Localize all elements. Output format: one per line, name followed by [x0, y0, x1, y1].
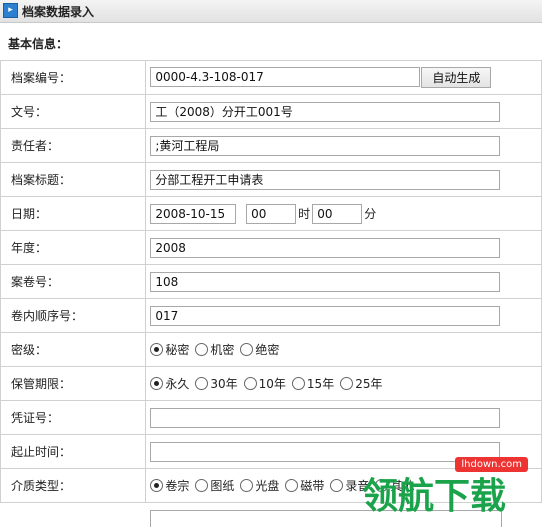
- media-option[interactable]: 卷宗: [150, 477, 189, 494]
- auto-generate-button[interactable]: 自动生成: [421, 67, 492, 88]
- radio-checked-icon[interactable]: [150, 377, 164, 390]
- row-title: 档案标题：: [0, 162, 542, 197]
- radio-icon[interactable]: [340, 377, 354, 390]
- secrecy-option[interactable]: 机密: [195, 341, 234, 358]
- row-responsible: 责任者：: [0, 128, 542, 163]
- secrecy-radio-group: 秘密 机密 绝密: [150, 341, 541, 358]
- date-label: 日期：: [0, 196, 147, 231]
- retention-label: 保管期限：: [0, 366, 147, 401]
- radio-checked-icon[interactable]: [150, 343, 164, 356]
- volume-no-input[interactable]: [150, 271, 501, 292]
- radio-icon[interactable]: [243, 377, 257, 390]
- radio-checked-icon[interactable]: [150, 479, 164, 492]
- row-date: 日期： 时 分: [0, 196, 542, 231]
- year-input[interactable]: [150, 237, 501, 258]
- voucher-input[interactable]: [150, 407, 501, 428]
- hour-unit: 时: [298, 206, 311, 221]
- retention-option[interactable]: 15年: [291, 375, 334, 392]
- secrecy-option[interactable]: 绝密: [240, 341, 279, 358]
- doc-no-label: 文号：: [0, 94, 147, 129]
- period-label: 起止时间：: [0, 434, 147, 469]
- row-volume-no: 案卷号：: [0, 264, 542, 299]
- minute-input[interactable]: [312, 203, 363, 224]
- secrecy-option[interactable]: 秘密: [150, 341, 189, 358]
- date-input[interactable]: [150, 203, 237, 224]
- media-option[interactable]: 磁带: [285, 477, 324, 494]
- row-year: 年度：: [0, 230, 542, 265]
- arrow-icon: ▸: [3, 3, 18, 18]
- order-no-input[interactable]: [150, 305, 501, 326]
- retention-option[interactable]: 10年: [243, 375, 286, 392]
- doc-no-input[interactable]: [150, 101, 501, 122]
- radio-icon[interactable]: [240, 479, 254, 492]
- title-label: 档案标题：: [0, 162, 147, 197]
- watermark-logo: 领航下载: [362, 476, 507, 517]
- row-retention: 保管期限： 永久 30年 10年 15年 25年: [0, 366, 542, 401]
- media-option[interactable]: 光盘: [240, 477, 279, 494]
- radio-icon[interactable]: [240, 343, 254, 356]
- row-order-no: 卷内顺序号：: [0, 298, 542, 333]
- media-label: 介质类型：: [0, 468, 147, 503]
- hour-input[interactable]: [246, 203, 297, 224]
- code-input[interactable]: [150, 67, 421, 87]
- minute-unit: 分: [364, 206, 377, 221]
- secrecy-label: 密级：: [0, 332, 147, 367]
- row-secrecy: 密级： 秘密 机密 绝密: [0, 332, 542, 367]
- volume-no-label: 案卷号：: [0, 264, 147, 299]
- row-doc-no: 文号：: [0, 94, 542, 129]
- media-option[interactable]: 图纸: [195, 477, 234, 494]
- row-code: 档案编号： 自动生成: [0, 60, 542, 95]
- window-titlebar: ▸ 档案数据录入: [0, 0, 542, 23]
- watermark: lhdown.com 领航下载: [356, 457, 536, 519]
- responsible-input[interactable]: [150, 135, 501, 156]
- retention-option[interactable]: 永久: [150, 375, 189, 392]
- voucher-label: 凭证号：: [0, 400, 147, 435]
- form-table: 档案编号： 自动生成 文号： 责任者： 档案标题： 日期： 时 分 年度： 案卷号…: [0, 60, 542, 503]
- section-title: 基本信息：: [8, 37, 69, 51]
- radio-icon[interactable]: [285, 479, 299, 492]
- radio-icon[interactable]: [291, 377, 305, 390]
- retention-option[interactable]: 25年: [340, 375, 382, 392]
- year-label: 年度：: [0, 230, 147, 265]
- radio-icon[interactable]: [195, 343, 209, 356]
- title-input[interactable]: [150, 169, 501, 190]
- retention-radio-group: 永久 30年 10年 15年 25年: [150, 375, 541, 392]
- radio-icon[interactable]: [195, 377, 209, 390]
- radio-icon[interactable]: [195, 479, 209, 492]
- order-no-label: 卷内顺序号：: [0, 298, 147, 333]
- row-voucher: 凭证号：: [0, 400, 542, 435]
- responsible-label: 责任者：: [0, 128, 147, 163]
- radio-icon[interactable]: [330, 479, 344, 492]
- code-label: 档案编号：: [0, 60, 147, 95]
- window-title: 档案数据录入: [22, 5, 95, 19]
- retention-option[interactable]: 30年: [195, 375, 238, 392]
